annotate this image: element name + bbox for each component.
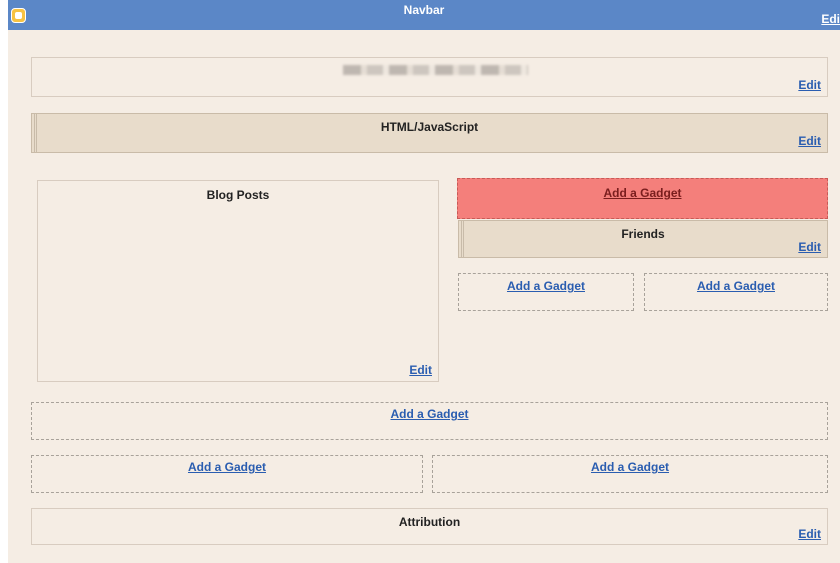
blog-posts-title: Blog Posts (206, 188, 270, 202)
footer-add-gadget-right-link[interactable]: Add a Gadget (433, 460, 827, 474)
html-javascript-title: HTML/JavaScript (380, 120, 479, 134)
sidebar-add-gadget-highlighted[interactable]: Add a Gadget (457, 178, 828, 219)
footer-add-gadget-right[interactable]: Add a Gadget (432, 455, 828, 493)
sidebar-add-gadget-left-link[interactable]: Add a Gadget (459, 279, 633, 293)
blog-posts-edit-link[interactable]: Edit (409, 363, 432, 377)
navbar-title: Navbar (403, 3, 445, 17)
friends-widget[interactable]: Friends Edit (458, 220, 828, 258)
footer-add-gadget-full[interactable]: Add a Gadget (31, 402, 828, 440)
header-blurred-title (343, 65, 528, 75)
friends-title: Friends (621, 227, 665, 241)
navbar-widget: Navbar Edit (8, 0, 840, 30)
attribution-edit-link[interactable]: Edit (798, 527, 821, 541)
header-widget: Edit (31, 57, 828, 97)
footer-add-gadget-left-link[interactable]: Add a Gadget (32, 460, 422, 474)
sidebar-add-gadget-link[interactable]: Add a Gadget (458, 186, 827, 200)
footer-add-gadget-left[interactable]: Add a Gadget (31, 455, 423, 493)
navbar-edit-link[interactable]: Edit (821, 12, 840, 26)
sidebar-add-gadget-right-link[interactable]: Add a Gadget (645, 279, 827, 293)
sidebar-add-gadget-right[interactable]: Add a Gadget (644, 273, 828, 311)
footer-add-gadget-full-link[interactable]: Add a Gadget (32, 407, 827, 421)
sidebar-add-gadget-left[interactable]: Add a Gadget (458, 273, 634, 311)
friends-edit-link[interactable]: Edit (798, 240, 821, 254)
attribution-widget[interactable]: Attribution Edit (31, 508, 828, 545)
html-javascript-widget[interactable]: HTML/JavaScript Edit (31, 113, 828, 153)
blog-posts-widget[interactable]: Blog Posts Edit (37, 180, 439, 382)
layout-canvas: Navbar Edit Edit HTML/JavaScript Edit Bl… (8, 0, 840, 563)
attribution-title: Attribution (398, 515, 461, 529)
header-edit-link[interactable]: Edit (798, 78, 821, 92)
html-javascript-edit-link[interactable]: Edit (798, 134, 821, 148)
